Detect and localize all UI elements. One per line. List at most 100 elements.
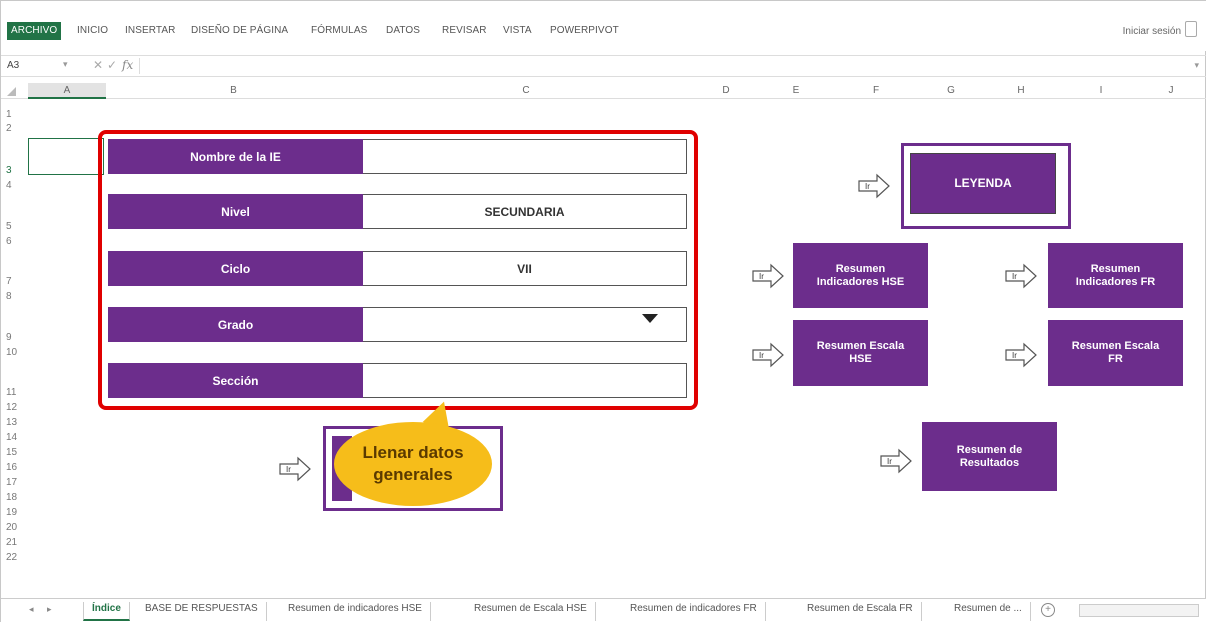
prev-sheet-icon[interactable]: ◂ <box>29 604 34 615</box>
ir-arrow-icon[interactable]: Ir <box>1004 263 1038 289</box>
row-header-cell[interactable]: 3 <box>6 165 12 176</box>
label-nombre-ie: Nombre de la IE <box>108 139 363 174</box>
ir-arrow-icon[interactable]: Ir <box>751 263 785 289</box>
resumen-escala-fr-button[interactable]: Resumen Escala FR <box>1048 320 1183 386</box>
input-seccion[interactable] <box>363 363 687 398</box>
row-header-cell[interactable]: 20 <box>6 522 17 533</box>
col-f[interactable]: F <box>831 85 921 96</box>
row-header-cell[interactable]: 10 <box>6 347 17 358</box>
ir-arrow-icon[interactable]: Ir <box>751 342 785 368</box>
tab-powerpivot[interactable]: POWERPIVOT <box>550 25 619 36</box>
row-header-cell[interactable]: 18 <box>6 492 17 503</box>
button-line: HSE <box>849 353 872 365</box>
signin-link[interactable]: Iniciar sesión <box>1123 26 1181 37</box>
sheet-tab-resumen-esc-hse[interactable]: Resumen de Escala HSE <box>466 602 596 621</box>
vertical-scrollbar[interactable] <box>1195 85 1203 597</box>
resumen-indicadores-hse-button[interactable]: Resumen Indicadores HSE <box>793 243 928 308</box>
input-nivel[interactable]: SECUNDARIA <box>363 194 687 229</box>
col-h[interactable]: H <box>981 85 1061 96</box>
row-header: 1 2 3 4 5 6 7 8 9 10 11 12 13 14 15 16 1… <box>1 99 21 599</box>
row-header-cell[interactable]: 21 <box>6 537 17 548</box>
row-header-cell[interactable]: 4 <box>6 180 12 191</box>
ir-label: Ir <box>887 457 892 466</box>
col-e[interactable]: E <box>761 85 831 96</box>
row-header-cell[interactable]: 12 <box>6 402 17 413</box>
user-icon[interactable] <box>1185 21 1197 37</box>
ir-arrow-icon[interactable]: Ir <box>1004 342 1038 368</box>
ir-arrow-icon[interactable]: Ir <box>879 448 913 474</box>
col-j[interactable]: J <box>1141 85 1201 96</box>
button-line: FR <box>1108 353 1123 365</box>
tab-insertar[interactable]: INSERTAR <box>125 25 175 36</box>
ir-label: Ir <box>1012 351 1017 360</box>
col-g[interactable]: G <box>921 85 981 96</box>
sheet-tab-resumen-de[interactable]: Resumen de ... <box>946 602 1031 621</box>
tab-diseno-pagina[interactable]: DISEÑO DE PÁGINA <box>191 25 288 36</box>
row-header-cell[interactable]: 19 <box>6 507 17 518</box>
row-header-cell[interactable]: 9 <box>6 332 12 343</box>
resumen-indicadores-fr-button[interactable]: Resumen Indicadores FR <box>1048 243 1183 308</box>
select-grado[interactable] <box>363 307 687 342</box>
sheet-tab-base-respuestas[interactable]: BASE DE RESPUESTAS <box>137 602 267 621</box>
row-header-cell[interactable]: 22 <box>6 552 17 563</box>
tab-revisar[interactable]: REVISAR <box>442 25 487 36</box>
input-ciclo[interactable]: VII <box>363 251 687 286</box>
selected-cell-a3[interactable] <box>28 138 104 175</box>
tab-formulas[interactable]: FÓRMULAS <box>311 25 367 36</box>
check-icon[interactable]: ✓ <box>107 58 117 72</box>
name-box[interactable]: A3 <box>7 60 19 71</box>
expand-formula-icon[interactable]: ▾ <box>1194 60 1199 71</box>
sheet-tab-bar: ◂ ▸ Índice BASE DE RESPUESTAS Resumen de… <box>1 598 1206 622</box>
row-header-cell[interactable]: 5 <box>6 221 12 232</box>
row-header-cell[interactable]: 7 <box>6 276 12 287</box>
col-a[interactable]: A <box>28 83 106 99</box>
leyenda-button[interactable]: LEYENDA <box>910 153 1056 214</box>
resumen-escala-hse-button[interactable]: Resumen Escala HSE <box>793 320 928 386</box>
col-b[interactable]: B <box>106 85 361 96</box>
tab-vista[interactable]: VISTA <box>503 25 532 36</box>
add-sheet-icon[interactable]: + <box>1041 603 1055 617</box>
horizontal-scrollbar[interactable] <box>1079 604 1199 617</box>
chevron-down-icon[interactable]: ▾ <box>63 59 68 70</box>
tab-inicio[interactable]: INICIO <box>77 25 108 36</box>
row-header-cell[interactable]: 6 <box>6 236 12 247</box>
row-header-cell[interactable]: 14 <box>6 432 17 443</box>
cancel-icon[interactable]: ✕ <box>93 58 103 72</box>
row-header-cell[interactable]: 16 <box>6 462 17 473</box>
ribbon: ARCHIVO INICIO INSERTAR DISEÑO DE PÁGINA… <box>1 1 1206 51</box>
row-header-cell[interactable]: 15 <box>6 447 17 458</box>
tab-archivo[interactable]: ARCHIVO <box>7 22 62 40</box>
label-nivel: Nivel <box>108 194 363 229</box>
row-header-cell[interactable]: 1 <box>6 109 12 120</box>
ir-label: Ir <box>286 465 291 474</box>
llenar-datos-callout: Llenar datos generales <box>334 422 492 506</box>
row-header-cell[interactable]: 11 <box>6 387 16 398</box>
dropdown-arrow-icon[interactable] <box>642 314 658 323</box>
tab-datos[interactable]: DATOS <box>386 25 420 36</box>
button-line: Resumen Escala <box>1071 340 1160 352</box>
ir-arrow-icon[interactable]: Ir <box>857 173 891 199</box>
callout-line: Llenar datos <box>362 443 464 462</box>
sheet-tab-resumen-ind-hse[interactable]: Resumen de indicadores HSE <box>280 602 431 621</box>
row-header-cell[interactable]: 17 <box>6 477 17 488</box>
ir-label: Ir <box>759 272 764 281</box>
button-line: Indicadores FR <box>1075 275 1156 288</box>
row-header-cell[interactable]: 2 <box>6 123 12 134</box>
row-header-cell[interactable]: 8 <box>6 291 12 302</box>
sheet-tab-resumen-ind-fr[interactable]: Resumen de indicadores FR <box>622 602 766 621</box>
input-nombre-ie[interactable] <box>363 139 687 174</box>
col-d[interactable]: D <box>691 85 761 96</box>
col-i[interactable]: I <box>1061 85 1141 96</box>
button-line: Resultados <box>959 456 1020 469</box>
label-seccion: Sección <box>108 363 363 398</box>
resumen-resultados-button[interactable]: Resumen de Resultados <box>922 422 1057 491</box>
button-line: Resumen <box>1090 262 1141 275</box>
sheet-tab-resumen-esc-fr[interactable]: Resumen de Escala FR <box>799 602 922 621</box>
function-icon[interactable]: fx <box>122 58 133 72</box>
next-sheet-icon[interactable]: ▸ <box>47 604 52 615</box>
sheet-tab-indice[interactable]: Índice <box>83 602 130 621</box>
col-c[interactable]: C <box>361 85 691 96</box>
row-header-cell[interactable]: 13 <box>6 417 17 428</box>
button-line: Resumen Escala <box>816 340 905 352</box>
ir-arrow-icon[interactable]: Ir <box>278 456 312 482</box>
